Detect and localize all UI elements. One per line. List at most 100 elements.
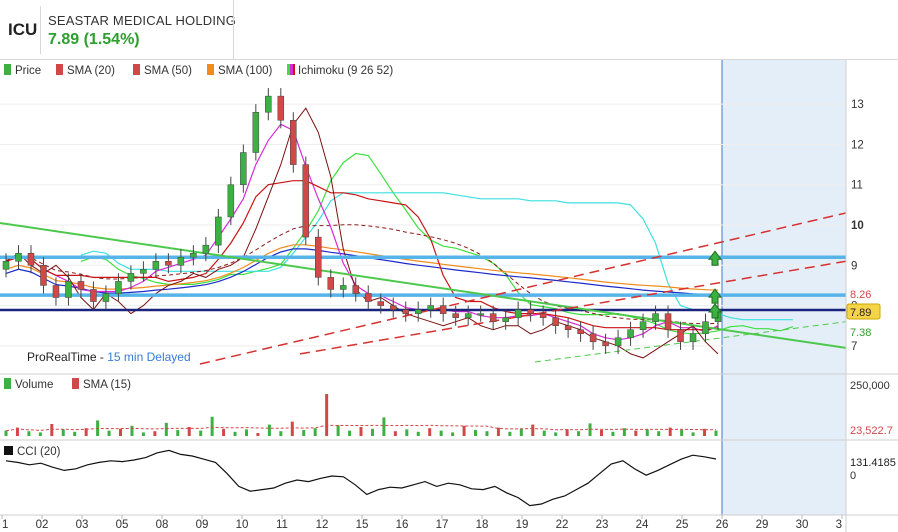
legend-ichimoku: Ichimoku (9 26 52) [298,65,393,77]
volume-bar [485,431,489,436]
ticker-symbol: ICU [8,20,38,39]
x-tick-label: 08 [156,519,169,531]
candle-body [689,333,697,343]
candle-body [539,313,547,318]
candle-body [215,216,222,246]
svg-text:7.38: 7.38 [850,327,871,339]
volume-bar [714,430,718,436]
candle-body [577,329,584,335]
volume-bar [382,417,386,436]
candle-body [27,252,35,266]
x-tick-label: 02 [36,519,49,531]
candle-body [102,293,110,302]
price-badge-red: 8.26 [850,289,871,301]
x-tick-label: 15 [356,519,369,531]
chart-area[interactable]: 13121110987 1020305080910111215161718192… [0,60,898,532]
volume-bar [370,428,374,436]
y-tick-label: 13 [851,99,864,111]
volume-bar [61,429,65,436]
candle-body [240,152,247,185]
x-tick-label: 05 [116,519,129,531]
volume-bar [531,424,535,436]
candle-body [227,184,235,218]
cci-value-label: 131.4185 [850,457,896,469]
volume-bar [508,431,512,436]
candle-body [77,281,85,290]
volume-bar [313,428,317,436]
volume-bar [107,430,111,436]
candle-body [627,329,634,339]
volume-bar [176,430,180,436]
y-tick-label: 12 [851,139,864,151]
candle-body [664,313,672,330]
volume-bar [645,429,649,436]
volume-bar [348,430,352,436]
volume-bar [267,424,271,436]
y-tick-label: 10 [851,220,864,232]
candle-body [439,305,447,314]
legend-price: Price [15,65,41,77]
candle-body [315,236,322,278]
candle-body [639,321,647,330]
y-tick-label: 7 [851,341,857,353]
volume-legend: Volume SMA (15) [4,378,131,391]
legend-sma50: SMA (50) [144,65,192,77]
candle-body [477,313,484,316]
volume-bar [222,428,226,436]
volume-bar [27,431,31,436]
legend-sma20: SMA (20) [67,65,115,77]
x-tick-label: 25 [676,519,689,531]
legend-cci: CCI (20) [17,446,61,458]
ichimoku-cloud [80,152,794,335]
candle-body [702,321,709,335]
cci-legend: CCI (20) [4,446,61,458]
x-tick-label: 22 [556,519,569,531]
candle-body [90,289,97,302]
candle-body [552,317,559,326]
volume-bar [210,416,214,436]
candle-body [65,281,72,298]
candle-body [427,305,434,310]
svg-text:7.89: 7.89 [850,307,871,319]
candle-body [677,329,684,343]
volume-bar [164,422,168,436]
x-tick-label: 3 [836,519,842,531]
candle-body [152,261,160,270]
candle-body [352,285,360,294]
candle-body [277,95,285,121]
candle-body [52,285,60,298]
candle-body [502,317,509,322]
volume-bar [439,430,443,436]
company-name: SEASTAR MEDICAL HOLDING [48,13,237,28]
candle-body [527,309,534,314]
x-tick-label: 12 [316,519,329,531]
volume-bar [38,432,42,436]
volume-bar [599,430,603,436]
volume-bar [577,431,581,436]
candle-body [265,95,272,113]
volume-bar [668,427,672,436]
volume-bar [657,431,661,436]
candle-body [452,313,459,318]
candle-body [40,265,47,286]
legend-volume: Volume [15,379,53,391]
cci-zero-label: 0 [850,470,856,482]
volume-bar [565,429,569,436]
ichimoku-tenkan [5,123,719,341]
x-tick-label: 23 [596,519,609,531]
date-x-axis: 1 02 03 05 08 09 10 11 12 15 16 17 18 19 22 23 24 25 26 29 3… [1,515,843,531]
volume-bar [141,432,145,436]
candle-body [377,301,384,306]
volume-bar [634,430,638,436]
x-tick-label: 29 [756,519,769,531]
candle-body [202,244,210,254]
volume-bar [428,428,432,436]
volume-bar [290,421,294,436]
arrow-shape [708,288,722,304]
x-tick-label: 03 [76,519,89,531]
x-tick-label: 30 [796,519,809,531]
future-region [722,60,846,515]
x-tick-label: 09 [196,519,209,531]
volume-bar [519,428,523,436]
ichimoku-span-a [80,152,794,335]
